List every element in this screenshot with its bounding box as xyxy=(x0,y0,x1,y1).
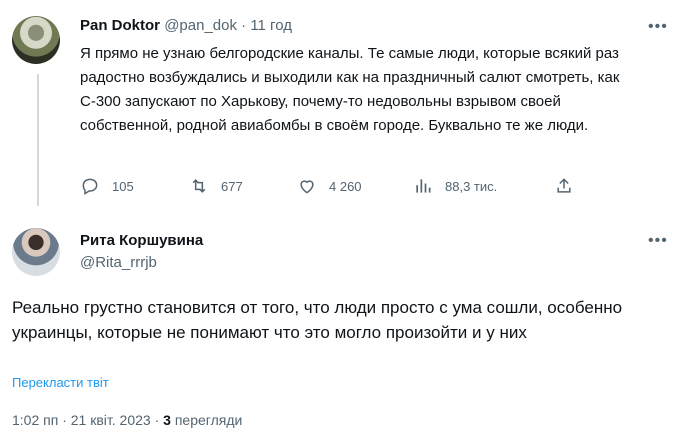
tweet-text: Я прямо не узнаю белгородские каналы. Те… xyxy=(80,45,620,134)
like-count: 4 260 xyxy=(329,178,362,194)
retweet-icon xyxy=(192,179,206,193)
heart-icon xyxy=(300,180,314,194)
avatar[interactable] xyxy=(12,228,60,276)
views-label: перегляди xyxy=(174,412,243,428)
author-handle[interactable]: @pan_dok xyxy=(164,17,237,34)
retweet-count: 677 xyxy=(221,178,243,194)
views-count: 3 xyxy=(163,412,171,428)
more-options-icon[interactable]: ••• xyxy=(648,18,668,36)
separator-dot: · xyxy=(154,412,160,428)
tweet-header: Pan Doktor @pan_dok · 11 год xyxy=(80,17,292,34)
tweet-actions: 105 677 4 260 88,3 тис. xyxy=(80,172,600,200)
reply-button[interactable]: 105 xyxy=(80,176,134,196)
tweet-meta: 1:02 пп · 21 квіт. 2023 · 3 перегляди xyxy=(12,412,242,428)
separator-dot: · xyxy=(241,17,247,34)
separator-dot: · xyxy=(62,412,67,428)
views-count: 88,3 тис. xyxy=(445,178,498,194)
share-icon xyxy=(557,178,571,193)
views-icon xyxy=(416,179,431,193)
retweet-button[interactable]: 677 xyxy=(189,176,243,196)
author-handle[interactable]: @Rita_rrrjb xyxy=(80,254,157,271)
views-button[interactable]: 88,3 тис. xyxy=(413,176,497,196)
more-options-icon[interactable]: ••• xyxy=(648,232,668,250)
tweet-date[interactable]: 21 квіт. 2023 xyxy=(71,412,151,428)
author-name[interactable]: Pan Doktor xyxy=(80,17,160,34)
tweet-text: Реально грустно становится от того, что … xyxy=(12,298,623,342)
reply-icon xyxy=(82,178,98,195)
thread-line xyxy=(37,74,39,206)
reply-count: 105 xyxy=(112,178,134,194)
translate-link[interactable]: Перекласти твіт xyxy=(12,375,109,390)
tweet-time[interactable]: 11 год xyxy=(250,17,292,34)
like-button[interactable]: 4 260 xyxy=(297,176,362,196)
share-button[interactable] xyxy=(554,176,586,196)
avatar[interactable] xyxy=(12,16,60,64)
tweet-time[interactable]: 1:02 пп xyxy=(12,412,58,428)
author-name[interactable]: Рита Коршувина xyxy=(80,232,203,249)
